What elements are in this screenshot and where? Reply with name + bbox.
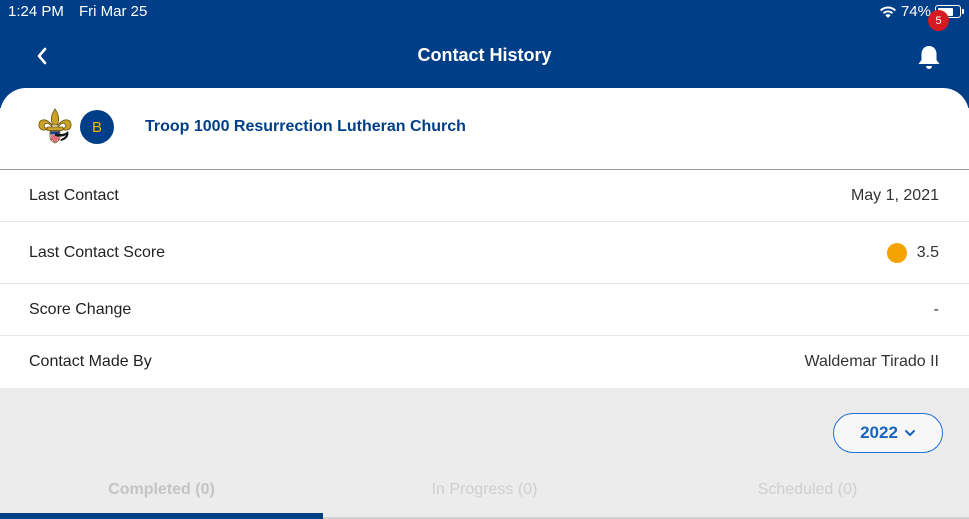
tab-completed[interactable]: Completed (0) [0,470,323,519]
battery-percent: 74% [900,3,931,20]
unit-avatar: B [80,110,114,144]
year-selector[interactable]: 2022 [833,413,943,453]
last-contact-date: May 1, 2021 [850,186,939,204]
active-tab-indicator [0,513,323,519]
detail-row-score-change: Score Change - [0,284,969,336]
bell-icon [918,46,940,69]
detail-label: Last Contact [29,186,119,204]
detail-value: May 1, 2021 [851,187,939,205]
score-indicator-dot [886,242,907,263]
detail-label: Contact Made By [29,353,152,370]
detail-label: Last Contact Score [29,243,166,261]
wifi-icon [879,5,896,18]
page-title: Contact History [417,45,552,65]
contact-status-tabs: Completed (0) In Progress (0) Scheduled … [0,470,969,519]
unit-name[interactable]: Troop 1000 Resurrection Lutheran Church [145,118,466,136]
last-contact-score: 3.5 [916,243,939,261]
status-bar: 1:24 PM Fri Mar 25 74% [0,0,969,24]
score-change-value: - [933,300,939,318]
status-date: Fri Mar 25 [79,3,148,20]
year-selector-value: 2022 [860,423,898,442]
detail-value: 3.5 [886,242,939,263]
contact-made-by-name: Waldemar Tirado II [804,353,939,370]
notifications-button[interactable] [915,42,943,72]
scouting-fleur-de-lis-logo [38,108,72,144]
unit-header: B Troop 1000 Resurrection Lutheran Churc… [0,88,969,170]
detail-value: Waldemar Tirado II [804,353,939,371]
chevron-down-icon [904,430,915,436]
detail-label: Score Change [29,300,132,318]
status-time: 1:24 PM [8,3,64,20]
detail-value: - [934,301,939,319]
contact-details: Last Contact May 1, 2021 Last Contact Sc… [0,170,969,388]
detail-row-last-contact: Last Contact May 1, 2021 [0,170,969,222]
navigation-bar: Contact History [0,24,969,88]
notification-badge: 5 [928,10,949,31]
detail-row-last-contact-score: Last Contact Score 3.5 [0,222,969,284]
tab-scheduled[interactable]: Scheduled (0) [646,470,969,519]
detail-row-contact-made-by: Contact Made By Waldemar Tirado II [0,336,969,388]
tab-in-progress[interactable]: In Progress (0) [323,470,646,519]
